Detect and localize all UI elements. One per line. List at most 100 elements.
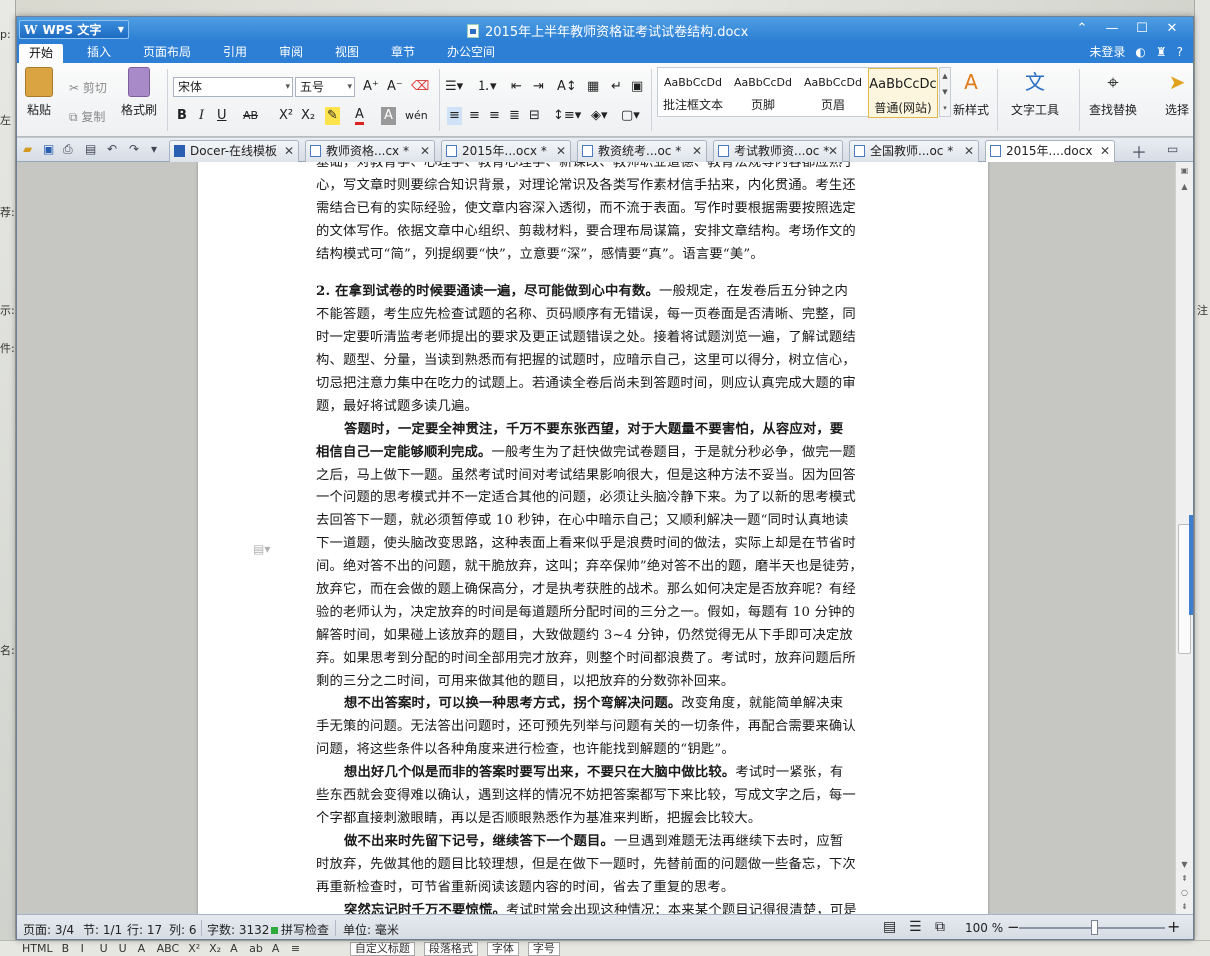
menu-office-space[interactable]: 办公空间 [447,41,495,63]
select-button[interactable]: ➤ 选择 [1165,67,1189,118]
clear-format-icon[interactable]: ⌫ [411,78,429,96]
close-icon[interactable]: ✕ [420,141,430,161]
copy-button[interactable]: ⧉ 复制 [69,108,105,125]
style-item-selected[interactable]: AaBbCcDc 普通(网站) [868,68,938,118]
undo-icon[interactable]: ↶ [107,142,117,156]
decrease-indent-icon[interactable]: ⇤ [511,78,522,96]
close-icon[interactable]: ✕ [556,141,566,161]
bullet-list-icon[interactable]: ☰▾ [445,78,463,96]
skin-icon[interactable]: ◐ [1135,41,1145,63]
app-menu-button[interactable]: W WPS 文字 ▼ [19,20,129,39]
style-item[interactable]: AaBbCcDd 批注框文本 [658,68,728,118]
font-color-icon[interactable]: A [355,107,364,125]
paste-button[interactable]: 粘贴 [25,67,53,118]
style-item[interactable]: AaBbCcDd 页脚 [728,68,798,118]
bold-icon[interactable]: B [177,107,187,125]
char-shading-icon[interactable]: A [381,107,396,125]
highlight-icon[interactable]: ✎ [325,107,340,125]
page-view-icon[interactable]: ▤ [883,919,896,935]
show-marks-icon[interactable]: ▣ [631,78,643,96]
text-direction-icon[interactable]: A↕ [557,78,577,96]
numbered-list-icon[interactable]: ⒈▾ [477,78,497,96]
distribute-icon[interactable]: ⊟ [529,107,540,125]
open-folder-icon[interactable]: ▰ [23,142,32,156]
redo-icon[interactable]: ↷ [129,142,139,156]
cut-button[interactable]: ✂ 剪切 [69,79,107,96]
justify-icon[interactable]: ≣ [509,107,520,125]
close-icon[interactable]: ✕ [1100,141,1110,161]
menu-page-layout[interactable]: 页面布局 [143,41,191,63]
menu-home[interactable]: 开始 [19,44,64,63]
text-tools-button[interactable]: 文 文字工具 [1011,67,1059,118]
spell-check-toggle[interactable]: 拼写检查 [271,921,329,938]
shading-icon[interactable]: ◈▾ [591,107,608,125]
superscript-icon[interactable]: X² [279,107,293,125]
increase-indent-icon[interactable]: ⇥ [533,78,544,96]
style-item[interactable]: AaBbCcDd 页眉 [798,68,868,118]
font-name-select[interactable]: 宋体 [173,77,293,97]
align-left-icon[interactable]: ≡ [447,107,462,125]
print-preview-icon[interactable]: ▤ [85,142,96,156]
new-tab-button[interactable]: ＋ [1131,139,1147,163]
underline-icon[interactable]: U [217,107,227,125]
strikethrough-icon[interactable]: AB [243,107,258,125]
web-view-icon[interactable]: ⧉ [935,919,945,935]
help-button[interactable]: ? [1177,41,1183,63]
table-icon[interactable]: ▦ [587,78,599,96]
find-replace-button[interactable]: ⌖ 查找替换 [1089,67,1137,118]
print-icon[interactable]: ⎙ [63,142,73,157]
align-right-icon[interactable]: ≡ [489,107,500,125]
menu-references[interactable]: 引用 [223,41,247,63]
shirt-icon[interactable]: ♜ [1156,41,1167,63]
tab-document[interactable]: 全国教师...oc * ✕ [849,140,979,162]
outline-view-icon[interactable]: ☰ [909,919,922,935]
save-icon[interactable]: ▣ [43,142,54,156]
status-word-count[interactable]: 字数: 3132 [207,921,269,938]
tab-document-active[interactable]: 2015年....docx ✕ [985,140,1115,163]
collapse-ribbon-button[interactable]: ⌃ [1067,19,1097,39]
paragraph-mark-icon[interactable]: ↵ [611,78,622,96]
tab-document[interactable]: 教资统考...oc * ✕ [577,140,707,162]
tab-document[interactable]: 考试教师资...oc * ✕ [713,140,843,162]
tab-list-icon[interactable]: ▭ [1167,142,1178,156]
close-icon[interactable]: ✕ [964,141,974,161]
login-link[interactable]: 未登录 [1089,41,1125,63]
shrink-font-icon[interactable]: A⁻ [387,78,403,96]
next-page-icon[interactable]: ⇟ [1176,902,1193,911]
quick-access-menu-icon[interactable]: ▾ [151,142,157,156]
borders-icon[interactable]: ▢▾ [621,107,640,125]
style-gallery-scroll[interactable]: ▲ ▼ ▾ [939,67,951,117]
tab-docer[interactable]: Docer-在线模板 ✕ [169,140,299,162]
minimize-button[interactable]: — [1097,19,1127,39]
tab-document[interactable]: 教师资格...cx * ✕ [305,140,435,162]
scroll-up-icon[interactable]: ▲ [1176,182,1193,191]
align-center-icon[interactable]: ≡ [469,107,480,125]
format-painter-button[interactable]: 格式刷 [121,67,157,118]
menu-insert[interactable]: 插入 [87,41,111,63]
scroll-down-icon[interactable]: ▼ [1176,860,1193,869]
close-icon[interactable]: ✕ [284,141,294,161]
document-text[interactable]: 基础，对教育学、心理学、教育心理学、新课改、教师职业道德、教育法规等内容都应熟于… [316,162,870,914]
new-style-button[interactable]: A 新样式 [953,67,989,118]
menu-chapter[interactable]: 章节 [391,41,415,63]
font-size-select[interactable]: 五号 [295,77,355,97]
grow-font-icon[interactable]: A⁺ [363,78,379,96]
subscript-icon[interactable]: X₂ [301,107,315,125]
zoom-in-button[interactable]: + [1167,917,1180,936]
close-icon[interactable]: ✕ [828,141,838,161]
status-unit[interactable]: 单位: 毫米 [343,921,399,938]
italic-icon[interactable]: I [199,107,204,125]
paragraph-handle-icon[interactable]: ▤▾ [253,542,270,556]
close-button[interactable]: ✕ [1157,19,1187,39]
line-spacing-icon[interactable]: ↕≡▾ [553,107,581,125]
tab-document[interactable]: 2015年...ocx * ✕ [441,140,571,162]
menu-view[interactable]: 视图 [335,41,359,63]
zoom-out-button[interactable]: − [1007,918,1020,936]
zoom-slider-thumb[interactable] [1091,920,1098,935]
maximize-button[interactable]: ☐ [1127,19,1157,39]
select-browse-object-icon[interactable]: ○ [1176,888,1193,897]
close-icon[interactable]: ✕ [692,141,702,161]
phonetic-guide-icon[interactable]: wén [405,107,428,125]
menu-review[interactable]: 审阅 [279,41,303,63]
side-panel-handle[interactable] [1189,515,1193,615]
